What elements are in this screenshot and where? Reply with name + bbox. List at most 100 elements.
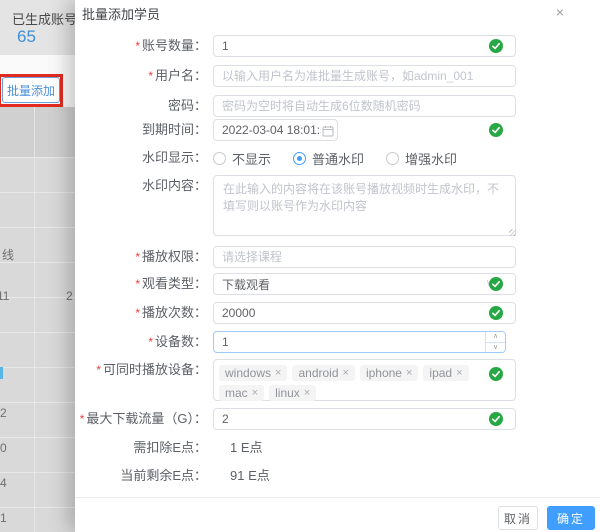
field-play-count: *播放次数： xyxy=(75,302,600,324)
device-tag: android× xyxy=(292,365,354,381)
remaining-points-value: 91 E点 xyxy=(230,465,270,487)
required-asterisk: * xyxy=(135,39,140,53)
annotation-highlight-box xyxy=(0,74,63,107)
resize-handle[interactable] xyxy=(509,229,516,236)
table-cell-fragment: 2 xyxy=(66,289,73,303)
field-watch-type: *观看类型： 下载观看 ∨ xyxy=(75,273,600,295)
table-cell-fragment: 线 xyxy=(2,246,14,263)
table-cell-fragment: 2 xyxy=(0,406,7,420)
required-asterisk: * xyxy=(135,250,140,264)
field-label: 用户名： xyxy=(155,68,207,83)
field-label: 水印内容： xyxy=(142,178,207,193)
required-asterisk: * xyxy=(135,306,140,320)
selected-value: 下载观看 xyxy=(222,274,270,296)
device-tag: windows× xyxy=(219,365,287,381)
field-label: 当前剩余E点： xyxy=(120,468,207,483)
table-link-fragment xyxy=(0,367,3,379)
password-input[interactable] xyxy=(214,96,515,116)
field-username: *用户名： xyxy=(75,65,600,87)
radio-icon xyxy=(213,152,226,165)
field-label: 播放权限： xyxy=(142,249,207,264)
field-deduct-points: 需扣除E点： 1 E点 xyxy=(75,437,600,459)
field-label: 观看类型： xyxy=(142,276,207,291)
table-cell-fragment: 0 xyxy=(0,441,7,455)
radio-icon xyxy=(386,152,399,165)
stepper-up-icon[interactable]: ∧ xyxy=(486,332,505,342)
field-simultaneous-devices: *可同时播放设备： windows× android× iphone× ipad… xyxy=(75,359,600,401)
field-watermark-display: 水印显示： 不显示 普通水印 增强水印 xyxy=(75,147,600,169)
watermark-content-textarea[interactable] xyxy=(213,175,516,236)
play-count-input[interactable] xyxy=(214,303,515,323)
field-label: 账号数量： xyxy=(142,38,207,53)
valid-check-icon xyxy=(489,277,503,291)
field-label: 播放次数： xyxy=(142,305,207,320)
table-header-band xyxy=(0,107,75,157)
stats-label: 已生成账号 xyxy=(12,9,75,28)
field-password: 密码： xyxy=(75,95,600,117)
cancel-button[interactable]: 取消 xyxy=(498,506,538,530)
close-icon[interactable]: × xyxy=(550,2,570,22)
field-label: 密码： xyxy=(168,98,207,113)
tag-remove-icon[interactable]: × xyxy=(406,365,412,381)
tag-remove-icon[interactable]: × xyxy=(456,365,462,381)
max-download-input[interactable] xyxy=(214,409,515,429)
device-count-input[interactable] xyxy=(214,332,505,352)
field-label: 设备数： xyxy=(155,334,207,349)
deduct-points-value: 1 E点 xyxy=(230,437,263,459)
required-asterisk: * xyxy=(148,335,153,349)
tag-remove-icon[interactable]: × xyxy=(252,385,258,401)
field-label: 到期时间： xyxy=(142,122,207,137)
device-tag: ipad× xyxy=(423,365,468,381)
device-tag: iphone× xyxy=(360,365,418,381)
table-cell-fragment: 11 xyxy=(0,289,9,303)
table-cell-fragment: 4 xyxy=(0,476,7,490)
account-count-input[interactable] xyxy=(214,36,515,56)
field-label: 水印显示： xyxy=(142,150,207,165)
valid-check-icon xyxy=(489,412,503,426)
field-label: 需扣除E点： xyxy=(133,440,207,455)
calendar-icon[interactable] xyxy=(322,125,334,137)
required-asterisk: * xyxy=(148,69,153,83)
tag-remove-icon[interactable]: × xyxy=(343,365,349,381)
background-page: 已生成账号 65 批量添加 线 11 2 2 0 4 1 xyxy=(0,0,75,532)
background-table: 线 11 2 2 0 4 1 xyxy=(0,107,75,532)
confirm-button[interactable]: 确定 xyxy=(547,506,595,530)
valid-check-icon xyxy=(489,367,503,381)
field-device-count: *设备数： ∧ ∨ xyxy=(75,331,600,353)
valid-check-icon xyxy=(489,123,503,137)
username-input[interactable] xyxy=(214,66,515,86)
tag-remove-icon[interactable]: × xyxy=(275,365,281,381)
valid-check-icon xyxy=(489,39,503,53)
expire-time-input[interactable] xyxy=(214,120,337,140)
valid-check-icon xyxy=(489,306,503,320)
table-column-divider xyxy=(34,107,35,532)
stats-card: 已生成账号 65 xyxy=(0,0,75,55)
devices-multiselect[interactable]: windows× android× iphone× ipad× mac× lin… xyxy=(213,359,516,401)
radio-enhanced-watermark[interactable]: 增强水印 xyxy=(386,149,457,168)
stepper-down-icon[interactable]: ∨ xyxy=(486,342,505,352)
radio-no-watermark[interactable]: 不显示 xyxy=(213,149,271,168)
radio-selected-icon xyxy=(293,152,306,165)
field-watermark-content: 水印内容： xyxy=(75,175,600,236)
required-asterisk: * xyxy=(80,412,85,426)
field-account-count: *账号数量： xyxy=(75,35,600,57)
radio-normal-watermark[interactable]: 普通水印 xyxy=(293,149,364,168)
stats-value: 65 xyxy=(17,27,36,47)
table-cell-fragment: 1 xyxy=(0,511,7,525)
device-tag: linux× xyxy=(269,385,316,401)
field-max-download: *最大下载流量（G）： xyxy=(75,408,600,430)
field-remaining-points: 当前剩余E点： 91 E点 xyxy=(75,465,600,487)
field-label: 可同时播放设备： xyxy=(103,362,207,377)
play-permission-select[interactable] xyxy=(214,247,515,267)
required-asterisk: * xyxy=(135,277,140,291)
dialog-title: 批量添加学员 xyxy=(82,4,160,23)
required-asterisk: * xyxy=(96,363,101,377)
field-play-permission: *播放权限： xyxy=(75,246,600,268)
batch-add-student-dialog: 批量添加学员 × *账号数量： *用户名： 密码： 到期时间： xyxy=(75,0,600,532)
field-label: 最大下载流量（G）： xyxy=(86,411,207,426)
field-expire-time: 到期时间： xyxy=(75,119,600,141)
tag-remove-icon[interactable]: × xyxy=(304,385,310,401)
watch-type-select[interactable]: 下载观看 ∨ xyxy=(213,273,516,295)
footer-divider xyxy=(75,497,600,498)
device-tag: mac× xyxy=(219,385,264,401)
